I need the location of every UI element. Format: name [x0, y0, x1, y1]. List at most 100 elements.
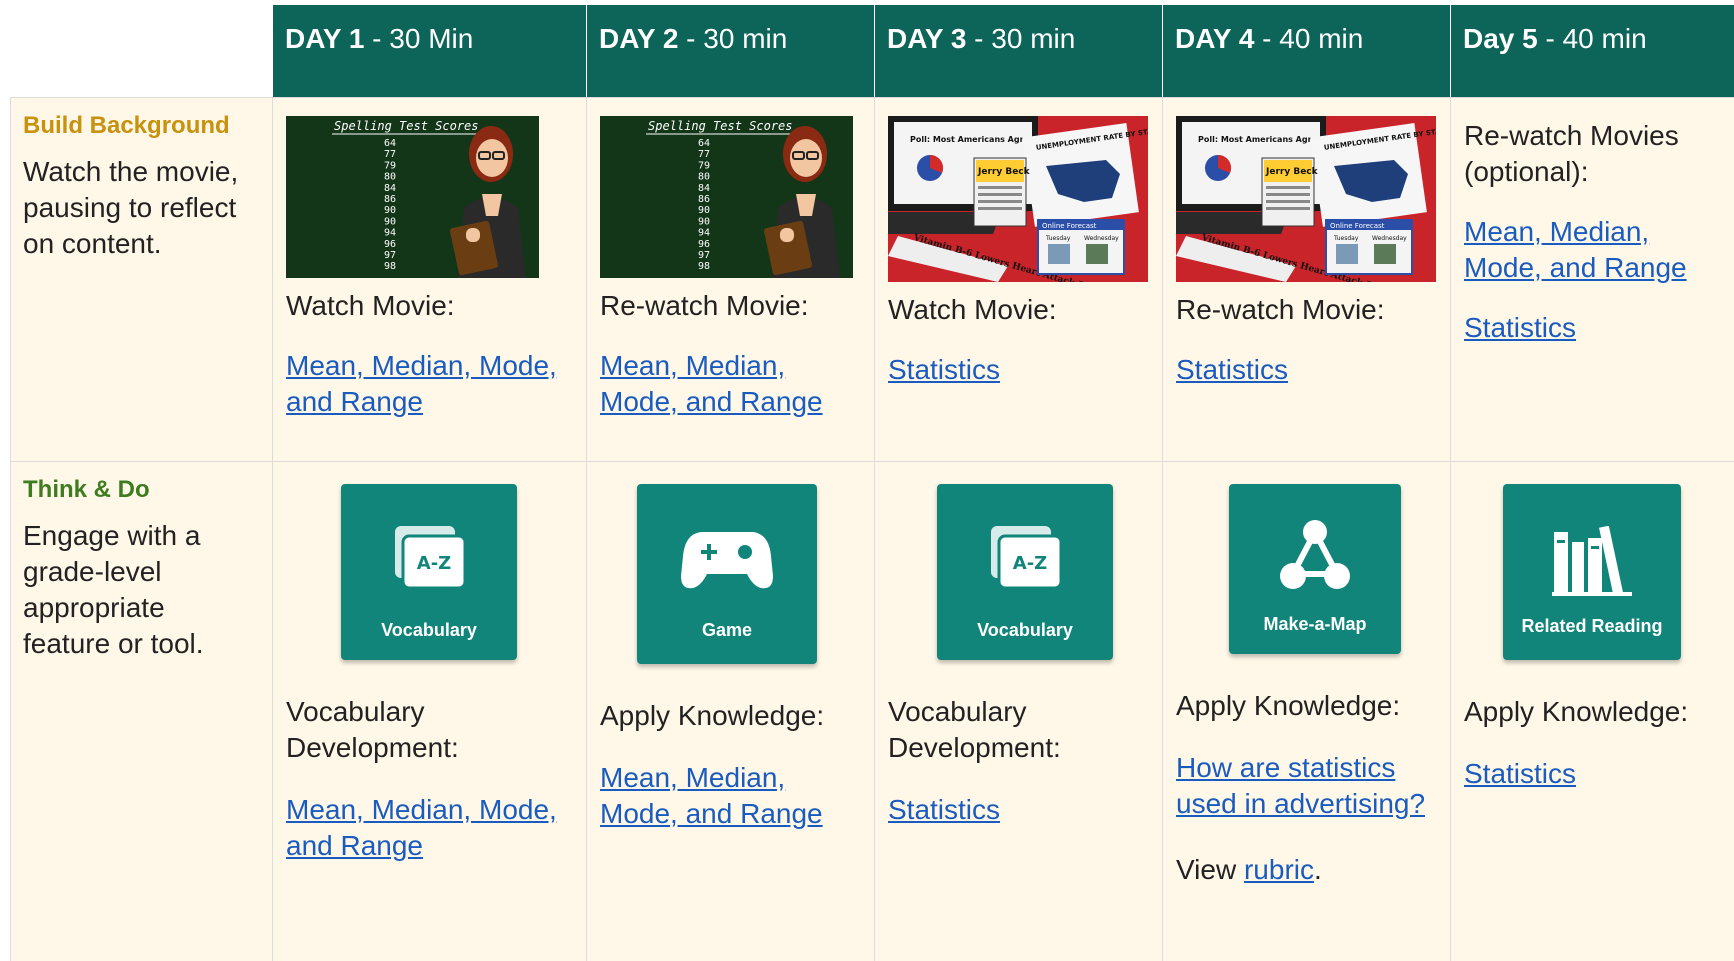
score-value: 90: [384, 216, 396, 227]
spelling-title: Spelling Test Scores: [334, 119, 479, 133]
forecast-title: Online Forecast: [1330, 222, 1385, 230]
day-5-header: Day 5 - 40 min: [1450, 5, 1734, 97]
score-value: 90: [698, 216, 710, 227]
score-value: 97: [698, 250, 710, 261]
vocabulary-icon: A-Z: [991, 526, 1063, 590]
score-value: 98: [698, 261, 710, 272]
day-5-label: Day 5: [1463, 23, 1538, 54]
day-5-build-cell: Re-watch Movies (optional): Mean, Median…: [1450, 97, 1734, 461]
score-value: 77: [698, 149, 710, 160]
rubric-line: View rubric.: [1176, 852, 1322, 888]
day-4-build-cell: Poll: Most Americans Agree with Presiden…: [1162, 97, 1450, 461]
score-value: 64: [384, 138, 396, 149]
score-value: 96: [698, 239, 710, 250]
day-1-build-caption: Watch Movie:: [286, 290, 455, 321]
day-3-think-cell: A-Z Vocabulary Vocabulary Development: S…: [874, 461, 1162, 961]
think-do-description: Engage with a grade-level appropriate fe…: [23, 520, 204, 659]
think-do-title: Think & Do: [23, 476, 150, 503]
score-value: 64: [698, 138, 710, 149]
day-4-think-cell: Make-a-Map Apply Knowledge: How are stat…: [1162, 461, 1450, 961]
spelling-title: Spelling Test Scores: [648, 119, 793, 133]
a-z-text: A-Z: [1013, 553, 1047, 574]
vocabulary-icon: A-Z: [395, 526, 467, 590]
make-a-map-tile[interactable]: Make-a-Map: [1229, 484, 1401, 654]
day-2-build-link[interactable]: Mean, Median, Mode, and Range: [600, 350, 823, 417]
day-3-header: DAY 3 - 30 min: [874, 5, 1162, 97]
vocabulary-tile-label: Vocabulary: [977, 620, 1073, 640]
vocabulary-tile-label: Vocabulary: [381, 620, 477, 640]
day-4-build-link[interactable]: Statistics: [1176, 354, 1288, 385]
score-value: 80: [384, 172, 396, 183]
day-4-build-caption: Re-watch Movie:: [1176, 294, 1385, 325]
related-reading-tile-label: Related Reading: [1521, 616, 1663, 636]
day-1-label: DAY 1: [285, 23, 365, 54]
score-value: 90: [698, 205, 710, 216]
day-5-think-caption: Apply Knowledge:: [1464, 696, 1689, 727]
gamepad-icon: [681, 532, 773, 589]
day-2-think-cell: Game Apply Knowledge: Mean, Median, Mode…: [586, 461, 874, 961]
day-4-think-link[interactable]: How are statistics used in advertising?: [1176, 752, 1425, 819]
day-1-build-link[interactable]: Mean, Median, Mode, and Range: [286, 350, 557, 417]
day-5-build-caption: Re-watch Movies (optional):: [1464, 120, 1679, 187]
day-1-build-cell: Spelling Test Scores 64 77 79 80 84 86 90 90 94 9…: [272, 97, 586, 461]
build-background-description: Watch the movie, pausing to reflect on c…: [23, 156, 239, 259]
score-value: 96: [384, 239, 396, 250]
lesson-plan-table: DAY 1 - 30 Min DAY 2 - 30 min DAY 3 - 30…: [10, 5, 1734, 961]
score-value: 90: [384, 205, 396, 216]
day-3-think-caption: Vocabulary Development:: [888, 696, 1061, 763]
day-3-duration: - 30 min: [966, 23, 1076, 54]
score-value: 84: [698, 183, 710, 194]
rubric-suffix: .: [1313, 854, 1322, 885]
day-4-header: DAY 4 - 40 min: [1162, 5, 1450, 97]
vocabulary-tile[interactable]: A-Z Vocabulary: [937, 484, 1113, 660]
day-3-build-link[interactable]: Statistics: [888, 354, 1000, 385]
score-value: 94: [698, 228, 710, 239]
movie-thumbnail-spelling-scores[interactable]: Spelling Test Scores 6477798084869090949…: [286, 116, 539, 278]
day-2-build-caption: Re-watch Movie:: [600, 290, 809, 321]
score-value: 86: [698, 194, 710, 205]
movie-thumbnail-statistics[interactable]: Poll: Most Americans Agree with Presiden…: [888, 116, 1148, 282]
forecast-day-1: Tuesday: [1333, 235, 1359, 242]
forecast-day-1: Tuesday: [1045, 235, 1071, 242]
day-5-think-link[interactable]: Statistics: [1464, 758, 1576, 789]
movie-thumbnail-statistics[interactable]: Poll: Most Americans Agree with Presiden…: [1176, 116, 1436, 282]
day-1-think-caption: Vocabulary Development:: [286, 696, 459, 763]
day-5-build-link-1[interactable]: Mean, Median, Mode, and Range: [1464, 216, 1687, 283]
day-4-think-caption: Apply Knowledge:: [1176, 690, 1401, 721]
day-5-duration: - 40 min: [1537, 23, 1647, 54]
rubric-prefix: View: [1176, 854, 1244, 885]
books-icon: [1552, 526, 1632, 596]
day-1-think-cell: A-Z Vocabulary Vocabulary Development: M…: [272, 461, 586, 961]
score-value: 84: [384, 183, 396, 194]
day-2-header: DAY 2 - 30 min: [586, 5, 874, 97]
game-tile[interactable]: Game: [637, 484, 817, 664]
day-3-think-link[interactable]: Statistics: [888, 794, 1000, 825]
day-1-duration: - 30 Min: [364, 23, 474, 54]
score-value: 79: [384, 160, 396, 171]
day-2-duration: - 30 min: [678, 23, 788, 54]
day-3-build-caption: Watch Movie:: [888, 294, 1057, 325]
day-1-think-link[interactable]: Mean, Median, Mode, and Range: [286, 794, 557, 861]
forecast-title: Online Forecast: [1042, 222, 1097, 230]
day-2-think-caption: Apply Knowledge:: [600, 700, 825, 731]
score-value: 77: [384, 149, 396, 160]
day-2-think-link[interactable]: Mean, Median, Mode, and Range: [600, 762, 823, 829]
related-reading-tile[interactable]: Related Reading: [1503, 484, 1681, 660]
forecast-day-2: Wednesday: [1372, 235, 1407, 242]
a-z-text: A-Z: [417, 553, 451, 574]
day-5-build-link-2[interactable]: Statistics: [1464, 312, 1576, 343]
think-do-label-cell: Think & Do Engage with a grade-level app…: [10, 461, 272, 961]
score-value: 80: [698, 172, 710, 183]
score-value: 98: [384, 261, 396, 272]
build-background-title: Build Background: [23, 112, 230, 139]
vocabulary-tile[interactable]: A-Z Vocabulary: [341, 484, 517, 660]
score-value: 79: [698, 160, 710, 171]
rubric-link[interactable]: rubric: [1244, 854, 1314, 885]
score-value: 86: [384, 194, 396, 205]
player-name: Jerry Beck: [1265, 167, 1319, 177]
movie-thumbnail-spelling-scores[interactable]: Spelling Test Scores 6477798084869090949…: [600, 116, 853, 278]
network-icon: [1280, 520, 1350, 589]
make-a-map-tile-label: Make-a-Map: [1263, 614, 1367, 634]
day-3-label: DAY 3: [887, 23, 967, 54]
day-3-build-cell: Poll: Most Americans Agree with Presiden…: [874, 97, 1162, 461]
